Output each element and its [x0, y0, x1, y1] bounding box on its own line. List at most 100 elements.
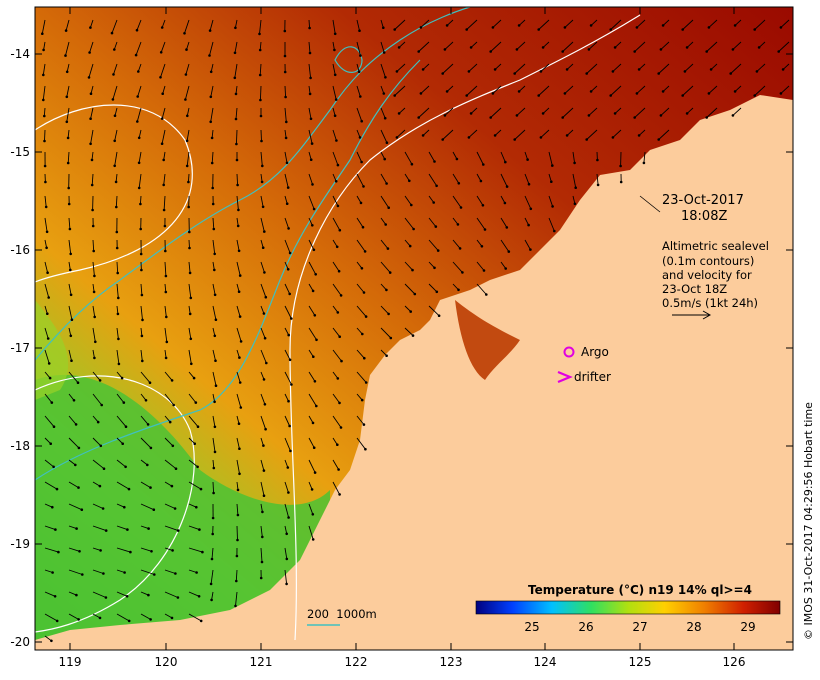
- velocity-arrow-head: [258, 48, 262, 52]
- velocity-arrow-head: [359, 95, 362, 98]
- velocity-arrow-head: [50, 401, 54, 404]
- velocity-arrow-head: [314, 273, 318, 276]
- velocity-arrow-head: [183, 32, 186, 35]
- velocity-arrow-head: [310, 488, 314, 491]
- velocity-arrow-head: [121, 442, 124, 446]
- velocity-arrow-head: [456, 223, 460, 226]
- velocity-arrow-head: [503, 201, 507, 205]
- velocity-arrow-head: [98, 484, 102, 488]
- velocity-arrow-head: [685, 112, 689, 115]
- velocity-arrow-head: [383, 116, 387, 120]
- velocity-arrow-head: [235, 579, 238, 583]
- velocity-arrow-head: [339, 294, 343, 297]
- velocity-arrow-head: [260, 180, 264, 184]
- velocity-arrow-head: [209, 120, 212, 124]
- velocity-arrow-head: [168, 420, 172, 424]
- velocity-arrow-head: [733, 24, 737, 27]
- velocity-arrow-head: [159, 51, 163, 54]
- velocity-arrow-head: [89, 117, 92, 120]
- velocity-arrow-head: [265, 361, 268, 365]
- map-time: 18:08Z: [681, 209, 727, 224]
- velocity-arrow-head: [213, 293, 217, 297]
- velocity-arrow-head: [596, 183, 600, 187]
- colorbar: [475, 600, 781, 615]
- velocity-arrow-head: [45, 230, 49, 234]
- velocity-arrow-head: [116, 312, 120, 316]
- velocity-arrow-head: [385, 141, 389, 144]
- velocity-arrow-head: [397, 46, 401, 49]
- velocity-arrow-head: [212, 466, 216, 470]
- colorbar-title: Temperature (°C) n19 14% ql>=4: [528, 583, 752, 597]
- velocity-arrow-head: [113, 114, 117, 117]
- velocity-arrow-head: [481, 204, 485, 207]
- velocity-arrow-head: [421, 68, 425, 71]
- velocity-arrow-head: [286, 466, 290, 469]
- velocity-arrow-head: [137, 136, 141, 140]
- velocity-arrow-head: [529, 248, 532, 251]
- velocity-arrow-head: [139, 227, 142, 231]
- velocity-arrow: [260, 129, 262, 142]
- velocity-arrow-head: [51, 571, 54, 574]
- bathymetry-label: 200 1000m: [307, 607, 377, 621]
- legend-line: and velocity for: [662, 268, 752, 282]
- velocity-arrow-head: [234, 26, 237, 30]
- velocity-arrow-head: [127, 487, 131, 491]
- velocity-arrow-head: [337, 269, 341, 273]
- velocity-arrow-head: [125, 595, 129, 598]
- drifter-label: drifter: [574, 370, 611, 384]
- velocity-arrow-head: [214, 359, 217, 363]
- velocity-arrow-head: [43, 139, 46, 143]
- velocity-arrow-head: [91, 208, 94, 212]
- velocity-arrow-head: [709, 68, 713, 71]
- velocity-arrow-head: [312, 207, 316, 211]
- velocity-arrow-head: [285, 557, 289, 561]
- legend-line: (0.1m contours): [662, 254, 754, 268]
- velocity-arrow-head: [115, 205, 118, 209]
- velocity-arrow-head: [77, 446, 81, 450]
- velocity-arrow-head: [117, 337, 120, 341]
- velocity-arrow-head: [637, 68, 641, 71]
- velocity-arrow-head: [117, 362, 121, 366]
- velocity-arrow-head: [160, 117, 164, 120]
- velocity-arrow-head: [261, 510, 264, 514]
- velocity-arrow-head: [333, 73, 337, 77]
- velocity-arrow-head: [185, 139, 189, 143]
- velocity-arrow-head: [43, 114, 46, 118]
- velocity-arrow-head: [98, 379, 102, 382]
- velocity-arrow-head: [122, 401, 126, 404]
- velocity-arrow-head: [185, 164, 189, 168]
- velocity-arrow-head: [382, 51, 386, 54]
- velocity-arrow-head: [550, 180, 553, 183]
- velocity-arrow-head: [611, 136, 615, 139]
- velocity-arrow-head: [101, 507, 105, 510]
- velocity-arrow-head: [517, 90, 521, 93]
- velocity-arrow-head: [170, 379, 174, 382]
- velocity-arrow-head: [387, 206, 391, 209]
- velocity-arrow-head: [260, 560, 264, 564]
- velocity-arrow-head: [262, 312, 266, 315]
- velocity-arrow-head: [287, 491, 290, 494]
- velocity-arrow-head: [288, 292, 292, 296]
- velocity-arrow-head: [263, 336, 267, 340]
- argo-label: Argo: [581, 345, 609, 359]
- velocity-arrow-head: [70, 318, 74, 322]
- velocity-arrow-head: [336, 204, 340, 208]
- velocity-arrow-head: [236, 224, 240, 228]
- velocity-arrow-head: [387, 312, 390, 316]
- y-tick-label: -16: [10, 243, 30, 257]
- velocity-arrow-head: [238, 447, 241, 451]
- velocity-arrow-head: [489, 116, 493, 119]
- velocity-arrow-head: [315, 404, 318, 408]
- velocity-arrow-head: [210, 161, 214, 165]
- velocity-arrow-head: [541, 46, 545, 49]
- velocity-arrow-head: [513, 72, 516, 75]
- velocity-arrow-head: [753, 28, 756, 31]
- velocity-arrow-head: [113, 48, 116, 51]
- velocity-arrow-head: [189, 337, 193, 341]
- velocity-arrow-head: [659, 114, 663, 117]
- velocity-arrow-head: [491, 26, 495, 29]
- velocity-arrow-head: [42, 98, 45, 102]
- velocity-arrow-head: [337, 468, 340, 471]
- velocity-arrow-head: [437, 314, 441, 318]
- velocity-arrow-head: [395, 70, 399, 73]
